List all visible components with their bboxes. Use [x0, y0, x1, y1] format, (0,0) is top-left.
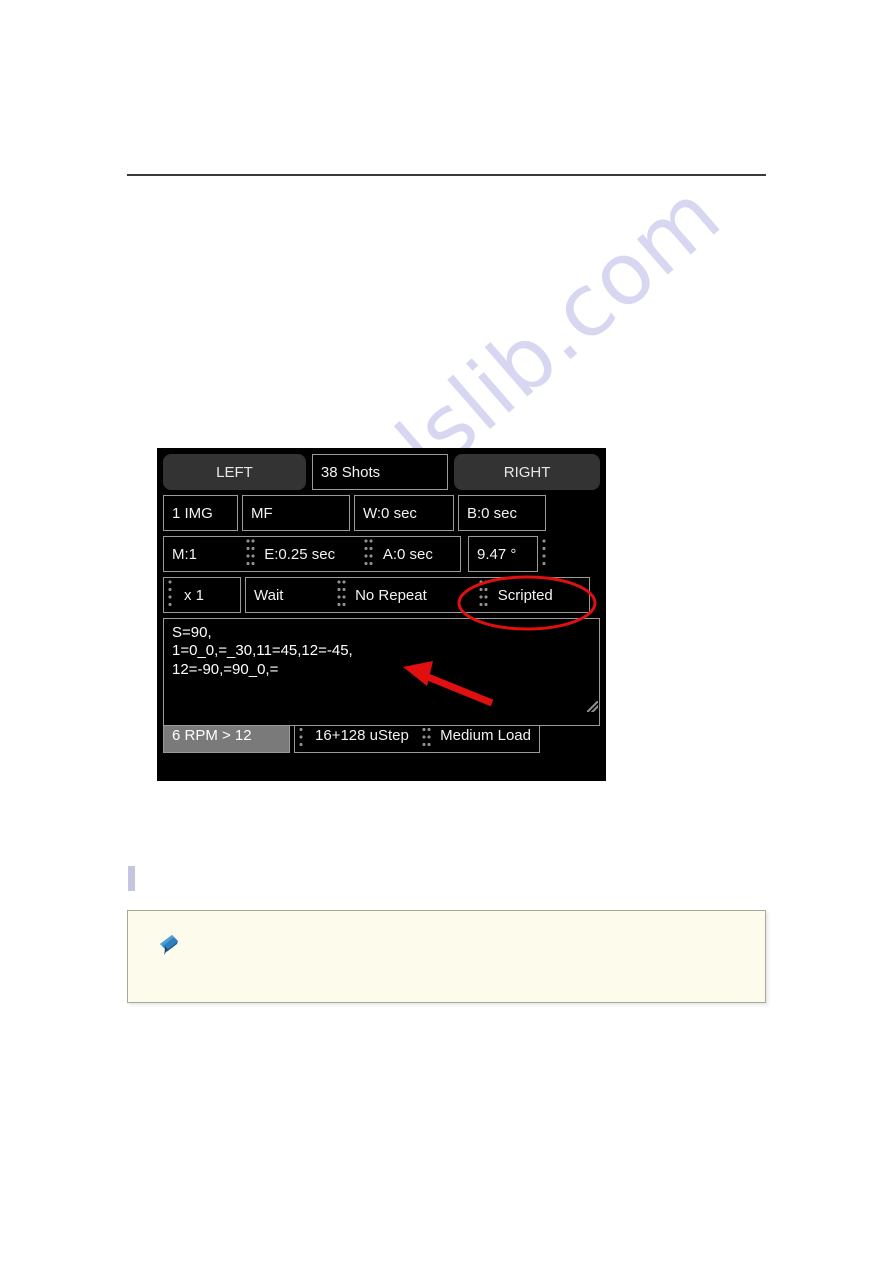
script-text-area[interactable]: S=90, 1=0_0,=_30,11=45,12=-45, 12=-90,=9…: [163, 618, 600, 726]
wait-seconds-field[interactable]: W:0 sec: [354, 495, 454, 531]
focus-mode-field[interactable]: MF: [242, 495, 350, 531]
capture-settings-row: 1 IMG MF W:0 sec B:0 sec: [163, 495, 600, 531]
motor-count-field[interactable]: M:1: [164, 537, 244, 571]
note-box: [127, 910, 766, 1003]
angle-field[interactable]: 9.47 °: [468, 536, 538, 572]
drag-handle-icon[interactable]: [335, 578, 347, 612]
pushpin-icon: [160, 935, 178, 955]
mode-row: x 1 Wait No Repeat Scripted: [163, 577, 600, 613]
timing-row: M:1 E:0.25 sec A:0 sec 9.47 °: [163, 536, 600, 572]
document-page: manualslib.com LEFT 38 Shots RIGHT 1 IMG…: [0, 0, 893, 1263]
shots-count-field[interactable]: 38 Shots: [311, 454, 449, 490]
horizontal-rule: [127, 174, 766, 176]
resize-grip-icon[interactable]: [587, 701, 598, 712]
after-time-field[interactable]: A:0 sec: [375, 537, 460, 571]
repeat-mode-field[interactable]: No Repeat: [347, 578, 478, 612]
text-cursor-mark: [128, 866, 135, 891]
wait-mode-field[interactable]: Wait: [246, 578, 335, 612]
timing-group: M:1 E:0.25 sec A:0 sec: [163, 536, 461, 572]
right-button[interactable]: RIGHT: [454, 454, 600, 490]
repeat-mode-group: Wait No Repeat Scripted: [245, 577, 590, 613]
multiplier-group: x 1: [163, 577, 241, 613]
script-mode-field[interactable]: Scripted: [490, 578, 589, 612]
exposure-time-field[interactable]: E:0.25 sec: [256, 537, 363, 571]
drag-handle-icon[interactable]: [538, 536, 550, 572]
bulb-seconds-field[interactable]: B:0 sec: [458, 495, 546, 531]
drag-handle-icon[interactable]: [244, 537, 256, 571]
multiplier-field[interactable]: x 1: [176, 578, 240, 612]
drag-handle-icon[interactable]: [164, 578, 176, 612]
drag-handle-icon[interactable]: [363, 537, 375, 571]
direction-row: LEFT 38 Shots RIGHT: [163, 454, 600, 490]
drag-handle-icon[interactable]: [478, 578, 490, 612]
left-button[interactable]: LEFT: [163, 454, 306, 490]
images-per-step-field[interactable]: 1 IMG: [163, 495, 238, 531]
device-screen-panel: LEFT 38 Shots RIGHT 1 IMG MF W:0 sec B:0…: [157, 448, 606, 781]
